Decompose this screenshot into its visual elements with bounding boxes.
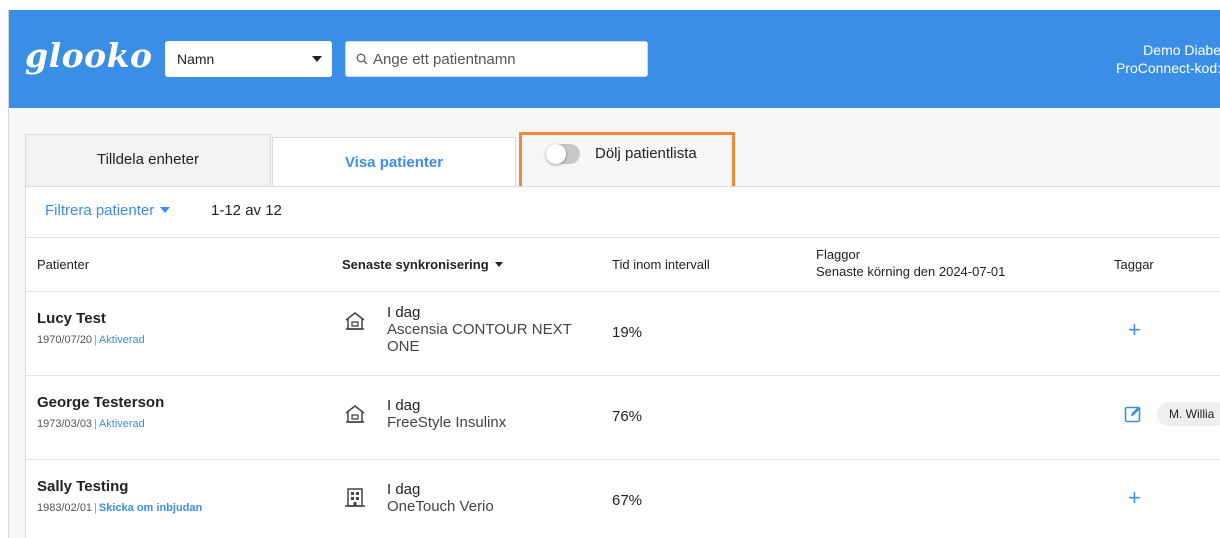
- patient-search-box[interactable]: [345, 41, 648, 77]
- device-name: OneTouch Verio: [387, 498, 494, 515]
- separator: |: [94, 418, 97, 430]
- patient-name[interactable]: Lucy Test: [37, 310, 106, 327]
- chevron-down-icon: [160, 207, 171, 213]
- patient-meta: 1973/03/03 | Aktiverad: [37, 418, 145, 430]
- hide-patient-list-label: Dölj patientlista: [595, 145, 697, 162]
- column-header-flags[interactable]: Flaggor Senaste körning den 2024-07-01: [816, 246, 1005, 280]
- search-type-select[interactable]: Namn: [165, 41, 332, 77]
- hide-patient-list-highlight: Dölj patientlista: [519, 132, 735, 189]
- tab-assign-devices[interactable]: Tilldela enheter: [25, 134, 271, 186]
- time-in-range-value: 19%: [612, 324, 643, 341]
- patient-dob: 1970/07/20: [37, 334, 93, 346]
- patient-dob: 1983/02/01: [37, 502, 93, 514]
- search-icon: [356, 53, 368, 65]
- result-range: 1-12 av 12: [211, 202, 282, 219]
- sync-day: I dag: [387, 481, 421, 498]
- column-header-last-sync[interactable]: Senaste synkronisering: [342, 256, 503, 273]
- divider: [26, 237, 1220, 238]
- patient-list-panel: Filtrera patienter 1-12 av 12 Patienter …: [25, 186, 1220, 538]
- last-sync-info: I dag Ascensia CONTOUR NEXT ONE: [387, 304, 587, 355]
- time-in-range-value: 67%: [612, 492, 643, 509]
- device-name: Ascensia CONTOUR NEXT: [387, 321, 572, 338]
- home-icon: [345, 312, 365, 330]
- divider: [26, 375, 1220, 376]
- toggle-knob: [546, 144, 566, 164]
- separator: |: [94, 502, 97, 514]
- search-type-value: Namn: [177, 51, 215, 67]
- proconnect-code: ProConnect-kod:: [1115, 60, 1220, 76]
- flags-last-run: Senaste körning den 2024-07-01: [816, 264, 1006, 279]
- time-in-range-value: 76%: [612, 408, 643, 425]
- app-frame: glooko Namn Demo Diabe ProConnect-kod: T…: [8, 10, 1220, 538]
- patient-name[interactable]: George Testerson: [37, 394, 164, 411]
- last-sync-info: I dag OneTouch Verio: [387, 481, 587, 515]
- patient-meta: 1983/02/01 | Skicka om inbjudan: [37, 502, 202, 514]
- resend-invitation-link[interactable]: Skicka om inbjudan: [99, 502, 202, 514]
- filter-patients-dropdown[interactable]: Filtrera patienter: [45, 202, 171, 219]
- patient-status-link[interactable]: Aktiverad: [99, 334, 145, 346]
- flags-label: Flaggor: [816, 247, 861, 262]
- divider: [26, 459, 1220, 460]
- sort-down-icon: [494, 262, 503, 267]
- patient-meta: 1970/07/20 | Aktiverad: [37, 334, 145, 346]
- add-tag-button[interactable]: +: [1128, 317, 1141, 343]
- hide-patient-list-toggle[interactable]: [546, 144, 580, 164]
- add-tag-button[interactable]: +: [1128, 485, 1141, 511]
- filter-patients-label: Filtrera patienter: [45, 202, 155, 219]
- device-name-cont: ONE: [387, 338, 420, 355]
- sync-day: I dag: [387, 397, 421, 414]
- column-header-patients[interactable]: Patienter: [37, 256, 89, 273]
- edit-icon[interactable]: [1124, 405, 1142, 423]
- last-sync-label: Senaste synkronisering: [342, 257, 489, 272]
- account-info: Demo Diabe ProConnect-kod:: [1116, 41, 1220, 77]
- last-sync-info: I dag FreeStyle Insulinx: [387, 397, 587, 431]
- top-bar: glooko Namn Demo Diabe ProConnect-kod:: [9, 10, 1220, 108]
- patient-search-input[interactable]: [373, 42, 643, 76]
- patient-status-link[interactable]: Aktiverad: [99, 418, 145, 430]
- tag-chip[interactable]: M. Willia: [1157, 402, 1220, 426]
- separator: |: [94, 334, 97, 346]
- account-name: Demo Diabe: [1143, 42, 1220, 58]
- sync-day: I dag: [387, 304, 421, 321]
- column-header-tags: Taggar: [1114, 257, 1154, 272]
- column-header-time-in-range[interactable]: Tid inom intervall: [612, 256, 710, 273]
- glooko-logo[interactable]: glooko: [25, 36, 153, 75]
- patient-name[interactable]: Sally Testing: [37, 478, 128, 495]
- home-icon: [345, 405, 365, 423]
- tab-view-patients[interactable]: Visa patienter: [272, 137, 516, 187]
- clinic-building-icon: [345, 488, 365, 507]
- chevron-down-icon: [312, 56, 322, 62]
- divider: [26, 291, 1220, 292]
- patient-dob: 1973/03/03: [37, 418, 93, 430]
- device-name: FreeStyle Insulinx: [387, 414, 507, 431]
